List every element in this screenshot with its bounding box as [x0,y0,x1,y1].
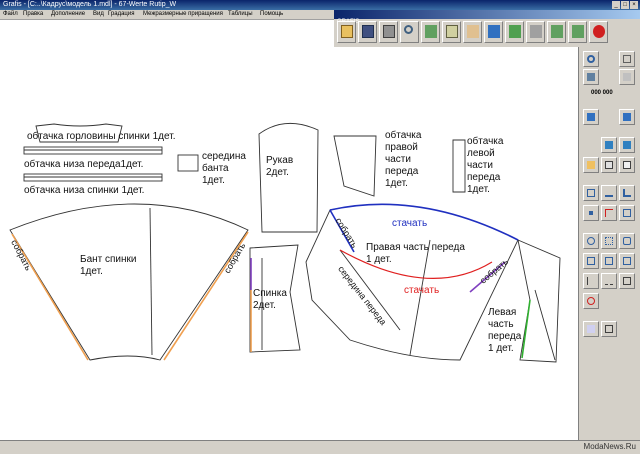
download-icon [587,113,595,121]
stop-button[interactable] [589,21,608,43]
text-tool[interactable] [601,273,617,289]
piece-right-front-facing [333,135,377,197]
curve-icon [605,141,613,149]
minimize-button[interactable]: _ [612,1,620,9]
ruler-tool[interactable] [619,273,635,289]
notch-tool[interactable] [619,253,635,269]
plus-icon [587,277,595,285]
label-back: Спинка 2дет. [253,288,287,311]
menu-size-increments[interactable]: Межразмерные приращения [143,10,223,19]
piece-mirror-tool[interactable] [601,157,617,173]
seam-icon [587,257,595,265]
label-hem-facing-back: обтачка низа спинки 1дет. [24,185,145,196]
dart-icon [623,161,631,169]
arc-tool[interactable] [583,233,599,249]
spell-icon [587,325,595,333]
piece-mirror-icon [605,161,613,169]
spell-tool[interactable] [583,321,599,337]
label-neck-facing-back: обтачка горловины спинки 1дет. [27,131,176,142]
dart-tool[interactable] [619,157,635,173]
label-sleeve: Рукав 2дет. [266,155,294,178]
menu-tables[interactable]: Таблицы [228,10,253,19]
label-left-front: Левая часть переда 1 дет. [488,307,522,354]
menu-grading[interactable]: Градация [108,10,134,19]
annotation-stitch-red: стачать [404,285,440,296]
dots-tool[interactable] [601,233,617,249]
delete-icon [587,297,595,305]
maximize-button[interactable]: □ [621,1,629,9]
line-tool[interactable] [601,185,617,201]
notch-icon [623,257,631,265]
pattern-icon [605,257,613,265]
delete-tool[interactable] [583,293,599,309]
undo-button[interactable] [583,51,599,67]
line-icon [605,189,613,197]
piece-icon [587,161,595,169]
pattern-canvas[interactable] [0,20,578,440]
stop-small-button[interactable] [619,69,635,85]
dots-icon [605,237,613,245]
piece-left-front-facing [452,139,466,193]
label-icon [605,325,613,333]
point-icon [589,211,593,215]
window-icon [587,73,595,81]
label-left-front-facing: обтачка левой части переда 1дет. [467,136,504,195]
label-bow-back: Бант спинки 1дет. [80,254,137,277]
tool-panel: 000 000 [578,47,640,440]
upload-icon [623,113,631,121]
angle-tool[interactable] [619,185,635,201]
grading-counter: 000 000 [591,90,613,96]
label-tool[interactable] [601,321,617,337]
curve-tool[interactable] [601,137,617,153]
window-button[interactable] [583,69,599,85]
text-icon [605,277,613,285]
shape-icon [623,237,631,245]
node-tool[interactable] [619,205,635,221]
seam-tool[interactable] [583,253,599,269]
status-bar: ModaNews.Ru [0,440,640,454]
grid-tool[interactable] [583,185,599,201]
shape-tool[interactable] [619,233,635,249]
piece-bow-back [9,203,249,361]
stop-small-icon [623,73,631,81]
piece-hem-facing-front [23,146,163,155]
redo-button[interactable] [619,51,635,67]
menu-edit[interactable]: Правка [23,10,43,19]
flask-icon [623,141,631,149]
piece-tool[interactable] [583,157,599,173]
menu-help[interactable]: Помощь [260,10,283,19]
redo-icon [623,55,631,63]
window-title: Grafis - [C:..\Кадрус\модель 1.mdl] - 67… [3,1,177,8]
plus-tool[interactable] [583,273,599,289]
watermark: ModaNews.Ru [583,442,636,451]
label-hem-facing-front: обтачка низа переда1дет. [24,159,144,170]
close-button[interactable]: × [630,1,638,9]
download-tool[interactable] [583,109,599,125]
stop-icon [593,25,605,38]
point-tool[interactable] [583,205,599,221]
piece-bow-center [177,154,199,172]
menu-view[interactable]: Вид [93,10,104,19]
ruler-icon [623,277,631,285]
angle-icon [623,189,631,197]
grid-icon [587,189,595,197]
node-icon [623,209,631,217]
label-bow-center: середина банта 1дет. [202,151,246,186]
cross-icon [605,209,613,217]
flask-tool[interactable] [619,137,635,153]
arc-icon [587,237,595,245]
label-right-front: Правая часть переда 1 дет. [366,242,465,265]
menu-addition[interactable]: Дополнение [51,10,85,19]
title-bar: Grafis - [C:..\Кадрус\модель 1.mdl] - 67… [0,0,640,10]
cross-tool[interactable] [601,205,617,221]
menu-file[interactable]: Файл [3,10,18,19]
toolbar-titlebar: GRAFIS [334,10,640,25]
undo-icon [587,55,595,63]
upload-tool[interactable] [619,109,635,125]
piece-hem-facing-back [23,173,163,182]
pattern-tool[interactable] [601,253,617,269]
annotation-stitch-blue: стачать [392,218,428,229]
label-right-front-facing: обтачка правой части переда 1дет. [385,130,422,189]
